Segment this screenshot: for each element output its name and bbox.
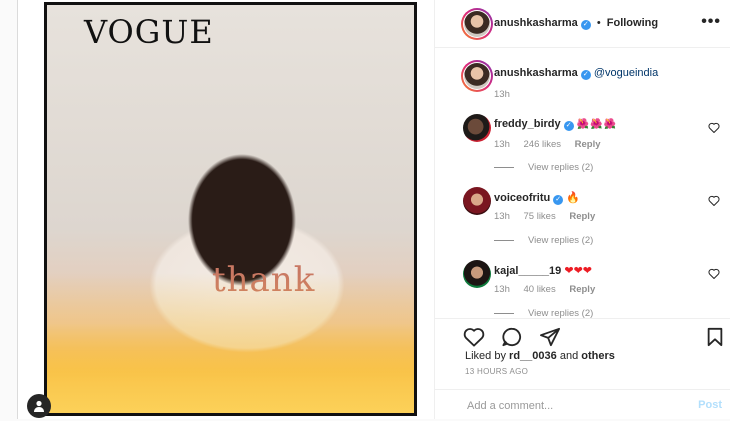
comment-icon[interactable] (501, 327, 523, 352)
caption-username[interactable]: anushkasharma (494, 67, 578, 79)
comment-avatar[interactable] (463, 114, 491, 142)
verified-badge-icon: ✓ (580, 70, 591, 80)
post-media[interactable]: VOGUE thank (18, 0, 434, 419)
caption: anushkasharma ✓ @vogueindia (494, 67, 658, 80)
share-icon[interactable] (539, 327, 561, 352)
post-card: VOGUE thank anushkasharma ✓ • Following •… (17, 0, 730, 419)
post-panel: anushkasharma ✓ • Following ••• anushkash… (434, 0, 730, 419)
reply-button[interactable]: Reply (569, 211, 595, 222)
shirt-text: thank (212, 260, 316, 300)
comment-time[interactable]: 13h (494, 211, 510, 222)
caption-time[interactable]: 13h (494, 89, 510, 100)
view-replies-button[interactable]: View replies (2) (494, 162, 593, 173)
reply-button[interactable]: Reply (575, 139, 601, 150)
view-replies-button[interactable]: View replies (2) (494, 308, 593, 318)
comment-input[interactable] (465, 399, 669, 413)
divider-line (494, 239, 514, 241)
view-replies-button[interactable]: View replies (2) (494, 235, 593, 246)
post-comment-button[interactable]: Post (698, 399, 722, 411)
author-avatar[interactable] (461, 8, 493, 40)
following-button[interactable]: Following (607, 17, 658, 29)
user-tag-icon[interactable] (27, 394, 51, 418)
magazine-logo: VOGUE (84, 13, 214, 51)
comment-time[interactable]: 13h (494, 139, 510, 150)
comment-username[interactable]: kajal_____19 (494, 265, 561, 277)
comment-likes[interactable]: 40 likes (524, 284, 556, 295)
comment-avatar[interactable] (463, 260, 491, 288)
liked-by-others[interactable]: others (581, 350, 615, 362)
view-replies-label: View replies (2) (528, 235, 594, 246)
bookmark-icon[interactable] (706, 327, 724, 352)
comment-text: 🔥 (566, 192, 580, 204)
comment-heart-icon[interactable] (708, 266, 720, 284)
author-username[interactable]: anushkasharma (494, 17, 578, 29)
verified-badge-icon: ✓ (563, 121, 574, 131)
verified-badge-icon: ✓ (580, 20, 591, 30)
liked-by-and: and (559, 350, 579, 362)
liked-by-prefix: Liked by (465, 350, 506, 362)
liked-by: Liked by rd__0036 and others (465, 350, 615, 362)
comments-list[interactable]: anushkasharma ✓ @vogueindia 13h freddy_bi… (435, 48, 730, 318)
verified-badge-icon: ✓ (553, 195, 564, 205)
separator-dot: • (596, 17, 601, 29)
comment-text-row: freddy_birdy ✓ 🌺🌺🌺 (494, 118, 617, 131)
comment-heart-icon[interactable] (708, 120, 720, 138)
post-timestamp[interactable]: 13 HOURS AGO (465, 367, 528, 376)
more-horizontal-icon[interactable]: ••• (701, 13, 721, 31)
comment-meta: 13h 40 likes Reply (494, 284, 606, 295)
comment-text-row: kajal_____19 ❤❤❤ (494, 264, 592, 277)
caption-meta: 13h (494, 89, 521, 100)
comment-text-row: voiceofritu ✓ 🔥 (494, 191, 580, 205)
comment-time[interactable]: 13h (494, 284, 510, 295)
header-row: anushkasharma ✓ • Following (494, 17, 658, 30)
caption-avatar[interactable] (461, 60, 493, 92)
comment-avatar[interactable] (463, 187, 491, 215)
comment-likes[interactable]: 75 likes (524, 211, 556, 222)
comment-meta: 13h 246 likes Reply (494, 139, 612, 150)
post-photo[interactable]: VOGUE thank (44, 2, 417, 416)
post-header: anushkasharma ✓ • Following ••• (435, 0, 730, 48)
comment-meta: 13h 75 likes Reply (494, 211, 606, 222)
add-comment-bar: Post (435, 389, 730, 421)
view-replies-label: View replies (2) (528, 162, 594, 173)
comment-text: 🌺🌺🌺 (576, 119, 618, 130)
reply-button[interactable]: Reply (569, 284, 595, 295)
comment-username[interactable]: freddy_birdy (494, 118, 561, 130)
heart-icon[interactable] (463, 327, 485, 352)
view-replies-label: View replies (2) (528, 308, 594, 318)
divider-line (494, 166, 514, 168)
comment-text: ❤❤❤ (564, 265, 593, 277)
comment-username[interactable]: voiceofritu (494, 192, 550, 204)
action-bar: Liked by rd__0036 and others 13 HOURS AG… (435, 318, 730, 420)
divider-line (494, 312, 514, 314)
comment-likes[interactable]: 246 likes (524, 139, 562, 150)
caption-mention[interactable]: @vogueindia (594, 67, 658, 79)
comment-heart-icon[interactable] (708, 193, 720, 211)
liked-by-user[interactable]: rd__0036 (509, 350, 557, 362)
photo-content: VOGUE thank (47, 5, 414, 413)
